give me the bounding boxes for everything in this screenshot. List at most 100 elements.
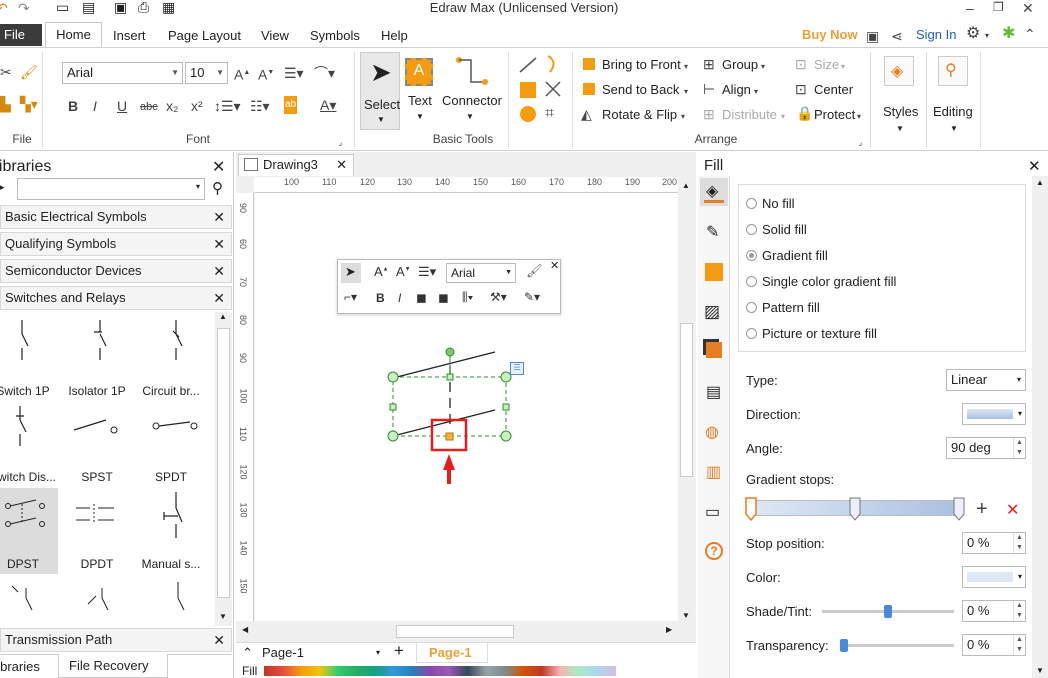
library-menu-icon[interactable]: ▸ [0,182,5,193]
tab-insert[interactable]: Insert [113,28,146,43]
page-select[interactable]: Page-1 ▾ [262,644,380,662]
page-panel-icon[interactable]: ▤ [706,382,721,402]
crossing-tool-icon[interactable] [544,80,562,98]
library-scrollbar[interactable]: ▲ ▼ [215,312,232,626]
tools-icon[interactable]: ⚒▾ [490,290,507,304]
strikethrough-icon[interactable]: abc [140,99,158,115]
line-spacing-icon[interactable]: ↕☰▾ [214,98,241,114]
new-icon[interactable]: ✂ [0,64,12,80]
fill-panel-scrollbar[interactable]: ▲ ▼ [1032,176,1048,678]
center-button[interactable]: Center [814,82,853,97]
font-color-icon[interactable]: A▾ [320,97,336,113]
thermal-switch-shape[interactable] [8,582,38,622]
vertical-scrollbar[interactable]: ▲ ▼ [678,177,695,623]
gradient-stop-handles[interactable] [744,496,970,524]
help-icon[interactable]: ? [705,542,723,560]
radio-pattern-fill[interactable]: Pattern fill [746,300,820,315]
format-painter-icon[interactable]: 🖌 [526,263,543,279]
line-tool-icon[interactable] [518,56,538,74]
highlight-icon[interactable]: ab [284,96,298,114]
transparency-slider[interactable] [840,639,954,652]
manual-switch-shape[interactable] [158,492,188,538]
radio-gradient-fill[interactable]: Gradient fill [746,248,828,263]
minimize-button[interactable]: – [966,0,974,16]
fill-panel-icon[interactable]: ◈ [700,178,728,206]
color-swatches[interactable] [264,666,616,676]
font-family-select[interactable]: Arial ▼ [62,62,183,84]
level-switch-shape[interactable] [160,582,190,622]
dpdt-shape[interactable] [74,502,126,528]
tab-file-recovery[interactable]: File Recovery [58,654,168,678]
tab-page-layout[interactable]: Page Layout [168,28,241,43]
switch-1p-shape[interactable] [10,320,34,360]
bold-icon[interactable]: B [68,98,78,114]
sign-in-link[interactable]: Sign In [916,27,956,42]
document-tab[interactable]: Drawing3 ✕ [238,154,354,176]
styles-button[interactable]: Styles [883,104,918,119]
connector-tool-label[interactable]: Connector [442,93,502,108]
pointer-icon[interactable]: ➤ [341,263,361,283]
styles-icon[interactable]: ◈ [884,56,914,86]
shape-menu-icon[interactable]: ☰ [510,362,524,375]
add-page-icon[interactable]: + [394,641,404,661]
distribute-icon[interactable]: ⫼▾ [462,290,473,305]
angle-input[interactable]: 90 deg ▲ ▼ [946,437,1026,459]
library-item[interactable]: Basic Electrical Symbols ✕ [0,205,232,229]
font-dialog-launcher-icon[interactable]: ⌟ [338,134,342,150]
align-text-icon[interactable]: ☰▾ [418,264,436,280]
floating-font-select[interactable]: Arial ▼ [446,263,516,283]
bold-icon[interactable]: B [376,291,385,305]
editing-button[interactable]: Editing [933,104,973,119]
library-item[interactable]: Switches and Relays ✕ [0,286,232,310]
collapse-ribbon-icon[interactable]: ⌃ [1024,26,1036,42]
page-tab[interactable]: Page-1 [416,643,488,663]
connector-style-icon[interactable]: ⌐▾ [344,290,357,304]
subscript-icon[interactable]: x₂ [166,98,178,114]
spst-shape[interactable] [72,416,124,436]
edit-shape-icon[interactable]: ✎▾ [524,290,540,304]
transparency-input[interactable]: 0 % ▲ ▼ [962,634,1026,656]
close-libraries-icon[interactable]: ✕ [212,157,225,177]
crop-tool-icon[interactable]: ⌗ [545,106,554,122]
send-back-icon[interactable]: ◼ [438,290,449,306]
paste-icon[interactable]: ▙ [0,96,11,112]
text-path-icon[interactable]: ⌒▾ [314,65,335,81]
select-tool-button[interactable]: ➤ Select ▼ [360,52,400,130]
gradient-type-select[interactable]: Linear ▾ [946,369,1026,391]
horizontal-scrollbar[interactable]: ◀ ▶ [236,623,696,640]
search-icon[interactable]: ⚲ [212,179,223,197]
close-button[interactable]: ✕ [1022,0,1034,17]
tab-libraries[interactable]: Libraries [0,659,40,674]
superscript-icon[interactable]: x² [191,98,203,114]
search-icon[interactable]: ⚲ [938,56,968,86]
chevron-down-icon[interactable]: ▾ [985,28,989,44]
switch-disconnector-shape[interactable] [8,406,32,446]
protect-button[interactable]: Protect [814,107,855,122]
arc-tool-icon[interactable] [544,54,560,74]
decrease-font-icon[interactable]: A▼ [396,264,411,279]
bullets-icon[interactable]: ☷▾ [250,98,270,114]
format-painter-icon[interactable]: 🖌 [20,64,38,80]
library-search-input[interactable]: ▾ [17,178,205,200]
ellipse-tool-icon[interactable] [520,106,536,122]
isolator-1p-shape[interactable] [88,320,112,360]
close-toolbar-icon[interactable]: ✕ [550,259,559,272]
increase-font-icon[interactable]: A▲ [234,65,250,83]
shade-tint-input[interactable]: 0 % ▲ ▼ [962,600,1026,622]
size-button[interactable]: Size [814,57,839,72]
shadow-panel-icon[interactable] [705,263,723,281]
tab-home[interactable]: Home [45,22,102,48]
selected-dpst-shape[interactable] [380,342,530,486]
app-logo-icon[interactable]: ✱ [1002,26,1015,42]
cart-icon[interactable]: ▣ [866,28,879,44]
align-button[interactable]: Align [722,82,751,97]
tab-view[interactable]: View [261,28,289,43]
text-tool-label[interactable]: Text [408,93,432,108]
color-select[interactable]: ▾ [962,566,1026,588]
send-to-back-button[interactable]: Send to Back [602,82,679,97]
align-text-icon[interactable]: ☰▾ [284,65,304,81]
share-icon[interactable]: ⋖ [891,28,903,44]
tab-file[interactable]: File [0,24,42,46]
comment-icon[interactable]: ▭ [705,502,720,522]
add-stop-icon[interactable]: + [976,498,988,521]
